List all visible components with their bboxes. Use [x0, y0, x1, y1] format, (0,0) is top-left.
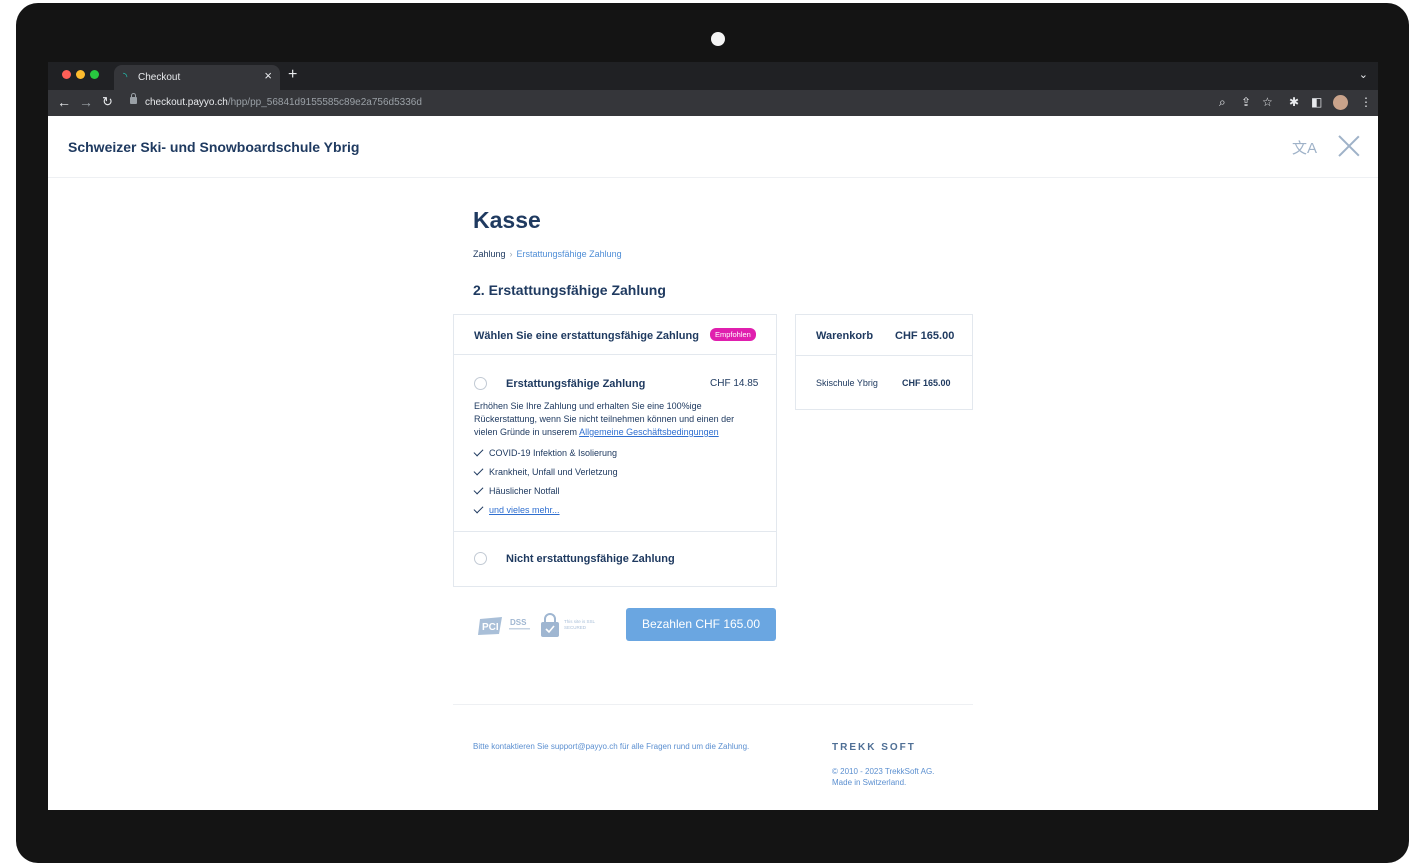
feature-item: Häuslicher Notfall — [473, 484, 560, 496]
option-divider — [454, 531, 776, 532]
url-path: /hpp/pp_56841d9155585c89e2a756d5336d — [227, 97, 422, 108]
pay-button[interactable]: Bezahlen CHF 165.00 — [626, 608, 776, 641]
copyright: © 2010 - 2023 TrekkSoft AG. Made in Swit… — [832, 766, 934, 788]
breadcrumb: Zahlung › Erstattungsfähige Zahlung — [473, 249, 622, 259]
profile-avatar[interactable] — [1333, 95, 1348, 110]
tab-bar: ◝ Checkout × + ⌄ — [48, 62, 1378, 90]
refundable-label[interactable]: Erstattungsfähige Zahlung — [506, 378, 645, 390]
checkmark-icon — [473, 465, 484, 476]
translate-icon[interactable]: 文A — [1292, 137, 1317, 158]
breadcrumb-separator: › — [509, 249, 513, 259]
url-domain: checkout.payyo.ch — [145, 97, 228, 108]
loading-icon: ◝ — [123, 71, 128, 83]
payment-options-card: Wählen Sie eine erstattungsfähige Zahlun… — [453, 314, 777, 587]
minimize-window-button[interactable] — [76, 70, 85, 79]
sidepanel-icon[interactable]: ◧ — [1311, 95, 1322, 109]
back-arrow-icon[interactable]: ← — [57, 94, 71, 110]
non-refundable-radio[interactable] — [474, 552, 487, 565]
lock-icon[interactable] — [130, 93, 137, 104]
camera-dot — [711, 32, 725, 46]
svg-text:PCI: PCI — [482, 622, 499, 633]
breadcrumb-payment[interactable]: Zahlung — [473, 249, 506, 259]
close-icon[interactable] — [1338, 135, 1360, 157]
made-in-line: Made in Switzerland. — [832, 778, 907, 787]
more-link[interactable]: und vieles mehr... — [489, 505, 560, 515]
cart-title: Warenkorb — [816, 330, 874, 342]
svg-text:DSS: DSS — [510, 618, 527, 627]
maximize-window-button[interactable] — [90, 70, 99, 79]
footer-divider — [453, 704, 973, 705]
browser-tab[interactable]: ◝ Checkout × — [114, 65, 280, 90]
checkmark-icon — [473, 503, 484, 514]
refundable-price: CHF 14.85 — [710, 378, 759, 389]
more-menu-icon[interactable]: ⋮ — [1360, 95, 1372, 109]
new-tab-icon[interactable]: + — [288, 67, 297, 83]
trekksoft-logo: TREKK SOFT — [832, 742, 916, 753]
page-title: Kasse — [473, 207, 541, 233]
feature-item: und vieles mehr... — [473, 503, 560, 515]
close-window-button[interactable] — [62, 70, 71, 79]
extensions-icon[interactable]: ✱ — [1289, 95, 1299, 109]
feature-label: Krankheit, Unfall und Verletzung — [489, 467, 618, 477]
payment-card-header: Wählen Sie eine erstattungsfähige Zahlun… — [454, 315, 776, 355]
refundable-radio[interactable] — [474, 377, 487, 390]
support-text: Bitte kontaktieren Sie support@payyo.ch … — [473, 742, 750, 751]
pci-dss-logo: PCI DSS — [478, 617, 530, 635]
cart-card: Warenkorb CHF 165.00 Skischule Ybrig CHF… — [795, 314, 973, 410]
browser-toolbar: ← → ↻ checkout.payyo.ch/hpp/pp_56841d915… — [48, 90, 1378, 116]
feature-item: Krankheit, Unfall und Verletzung — [473, 465, 618, 477]
address-bar[interactable]: checkout.payyo.ch/hpp/pp_56841d9155585c8… — [145, 97, 422, 108]
cart-item-price: CHF 165.00 — [902, 378, 951, 388]
checkmark-icon — [473, 484, 484, 495]
non-refundable-label[interactable]: Nicht erstattungsfähige Zahlung — [506, 553, 675, 565]
feature-label: COVID-19 Infektion & Isolierung — [489, 448, 618, 458]
payment-card-heading: Wählen Sie eine erstattungsfähige Zahlun… — [474, 330, 699, 342]
checkmark-icon — [473, 446, 484, 457]
ssl-secured-badge: This site is SSL SECURED — [541, 613, 596, 637]
forward-arrow-icon[interactable]: → — [79, 94, 93, 110]
breadcrumb-refundable: Erstattungsfähige Zahlung — [516, 249, 622, 259]
step-title: 2. Erstattungsfähige Zahlung — [473, 282, 666, 298]
svg-text:SECURED: SECURED — [564, 625, 587, 630]
tab-search-chevron-icon[interactable]: ⌄ — [1359, 68, 1368, 81]
cart-total: CHF 165.00 — [895, 330, 955, 342]
checkout-page: Schweizer Ski- und Snowboardschule Ybrig… — [48, 116, 1378, 810]
svg-text:This site is SSL: This site is SSL — [564, 619, 596, 624]
copyright-line: © 2010 - 2023 TrekkSoft AG. — [832, 767, 935, 776]
bookmark-star-icon[interactable]: ☆ — [1262, 95, 1273, 109]
feature-item: COVID-19 Infektion & Isolierung — [473, 446, 618, 458]
page-header: Schweizer Ski- und Snowboardschule Ybrig… — [48, 116, 1378, 178]
zoom-icon[interactable]: ⌕ — [1219, 95, 1226, 109]
screen: ◝ Checkout × + ⌄ ← → ↻ checkout.payyo.ch… — [48, 62, 1378, 810]
tab-title: Checkout — [138, 72, 181, 83]
tab-close-icon[interactable]: × — [264, 69, 272, 83]
merchant-name: Schweizer Ski- und Snowboardschule Ybrig — [68, 139, 360, 155]
share-icon[interactable]: ⇪ — [1241, 95, 1251, 109]
cart-item-name: Skischule Ybrig — [816, 378, 878, 388]
reload-icon[interactable]: ↻ — [102, 94, 113, 110]
terms-link[interactable]: Allgemeine Geschäftsbedingungen — [579, 427, 719, 437]
cart-header: Warenkorb CHF 165.00 — [796, 315, 972, 356]
refundable-description: Erhöhen Sie Ihre Zahlung und erhalten Si… — [474, 400, 759, 439]
recommended-badge: Empfohlen — [710, 328, 756, 341]
feature-label: Häuslicher Notfall — [489, 486, 560, 496]
